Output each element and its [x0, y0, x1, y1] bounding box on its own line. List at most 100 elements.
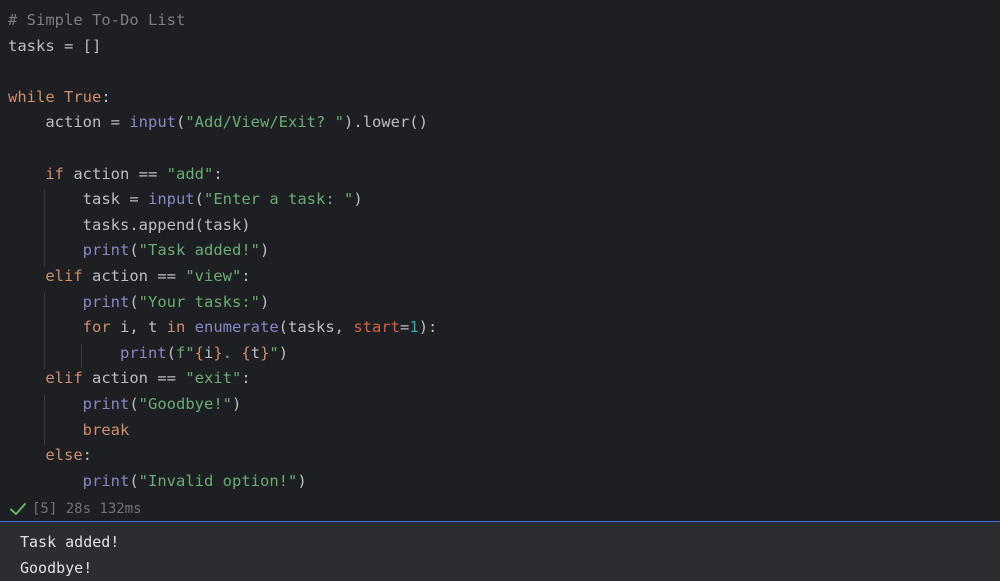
- code-token: action ==: [82, 266, 186, 285]
- code-token: enumerate: [194, 318, 279, 337]
- code-token: (: [166, 343, 176, 362]
- code-line[interactable]: for i, t in enumerate(tasks, start=1):: [8, 315, 438, 341]
- code-token: (: [129, 471, 139, 490]
- code-line[interactable]: elif action == "view":: [8, 264, 437, 290]
- code-token: action =: [8, 113, 130, 132]
- code-token: break: [82, 420, 130, 439]
- code-line[interactable]: [8, 136, 437, 162]
- code-token: :: [213, 164, 223, 183]
- code-line[interactable]: break: [8, 418, 437, 444]
- code-token: }: [213, 343, 223, 362]
- code-line[interactable]: print("Task added!"): [8, 238, 437, 264]
- code-token: "Task added!": [138, 241, 260, 260]
- code-token: i: [204, 343, 214, 362]
- code-token: 1: [409, 318, 419, 337]
- execution-label: [5] 28s 132ms: [32, 501, 142, 517]
- code-token: "Enter a task: ": [204, 190, 354, 209]
- code-token: "Your tasks:": [138, 292, 260, 311]
- code-token: {: [194, 343, 205, 362]
- output-line: Goodbye!: [20, 558, 93, 577]
- code-token: print: [82, 241, 130, 260]
- code-line[interactable]: print("Invalid option!"): [8, 469, 437, 495]
- code-token: ): [232, 394, 242, 413]
- code-token: (: [176, 113, 186, 132]
- code-token: :: [241, 266, 251, 285]
- code-token: (: [194, 190, 204, 209]
- code-token: i, t: [110, 318, 167, 337]
- code-token: ): [260, 292, 270, 311]
- code-line[interactable]: task = input("Enter a task: "): [8, 187, 437, 213]
- code-token: "add": [166, 164, 214, 183]
- code-token: :: [101, 87, 111, 106]
- code-token: print: [82, 471, 130, 490]
- code-line[interactable]: action = input("Add/View/Exit? ").lower(…: [8, 110, 437, 136]
- code-line[interactable]: print("Goodbye!"): [8, 392, 437, 418]
- code-token: # Simple To-Do List: [8, 11, 186, 29]
- code-token: for: [82, 318, 111, 337]
- output-line: Task added!: [20, 533, 120, 551]
- code-line[interactable]: print("Your tasks:"): [8, 290, 437, 316]
- code-token: =: [400, 318, 410, 337]
- code-editor[interactable]: # Simple To-Do List tasks = [] while True…: [0, 0, 1000, 522]
- code-token: ): [278, 343, 289, 362]
- code-token: {: [241, 343, 251, 362]
- code-token: True: [64, 87, 102, 106]
- code-token: "Invalid option!": [138, 471, 298, 490]
- code-line[interactable]: tasks.append(task): [8, 213, 437, 239]
- code-token: (: [129, 292, 139, 311]
- code-token: ): [297, 471, 307, 490]
- output-lines: Task added! Goodbye!: [20, 530, 119, 581]
- code-token: "view": [185, 266, 242, 285]
- code-token: (: [129, 394, 139, 413]
- code-token: "exit": [185, 369, 242, 388]
- code-token: elif: [45, 369, 83, 388]
- code-token: tasks.append(task): [8, 215, 251, 234]
- code-token: while: [8, 87, 55, 106]
- code-line[interactable]: print(f"{i}. {t}"): [8, 341, 437, 367]
- code-token: t: [250, 343, 261, 362]
- code-token: f": [176, 343, 195, 362]
- code-token: print: [82, 292, 130, 311]
- code-line[interactable]: elif action == "exit":: [8, 366, 437, 392]
- output-panel: Task added! Goodbye!: [0, 522, 1000, 581]
- check-icon: [10, 503, 26, 515]
- code-token: action ==: [64, 164, 167, 183]
- code-line[interactable]: tasks = []: [8, 34, 437, 60]
- code-token: in: [166, 318, 186, 337]
- code-line[interactable]: # Simple To-Do List: [8, 8, 437, 34]
- code-line[interactable]: [8, 59, 437, 85]
- code-token: task =: [8, 190, 148, 209]
- code-token: "Goodbye!": [138, 394, 232, 413]
- code-token: (tasks,: [278, 318, 354, 337]
- code-token: else: [45, 446, 83, 465]
- code-line[interactable]: while True:: [8, 85, 437, 111]
- code-token: ": [269, 343, 279, 362]
- code-token: print: [119, 343, 167, 362]
- cell-execution-status: [5] 28s 132ms: [0, 498, 1000, 520]
- code-token: "Add/View/Exit? ": [185, 113, 344, 132]
- code-line[interactable]: if action == "add":: [8, 162, 437, 188]
- code-token: ): [353, 190, 363, 209]
- code-token: if: [45, 164, 64, 183]
- code-lines[interactable]: # Simple To-Do List tasks = [] while True…: [8, 8, 437, 494]
- code-token: :: [241, 369, 251, 388]
- code-token: action ==: [82, 369, 186, 388]
- code-token: elif: [45, 266, 83, 285]
- code-line[interactable]: else:: [8, 443, 437, 469]
- code-token: (: [129, 241, 139, 260]
- code-token: :: [82, 446, 92, 465]
- code-token: input: [147, 190, 195, 209]
